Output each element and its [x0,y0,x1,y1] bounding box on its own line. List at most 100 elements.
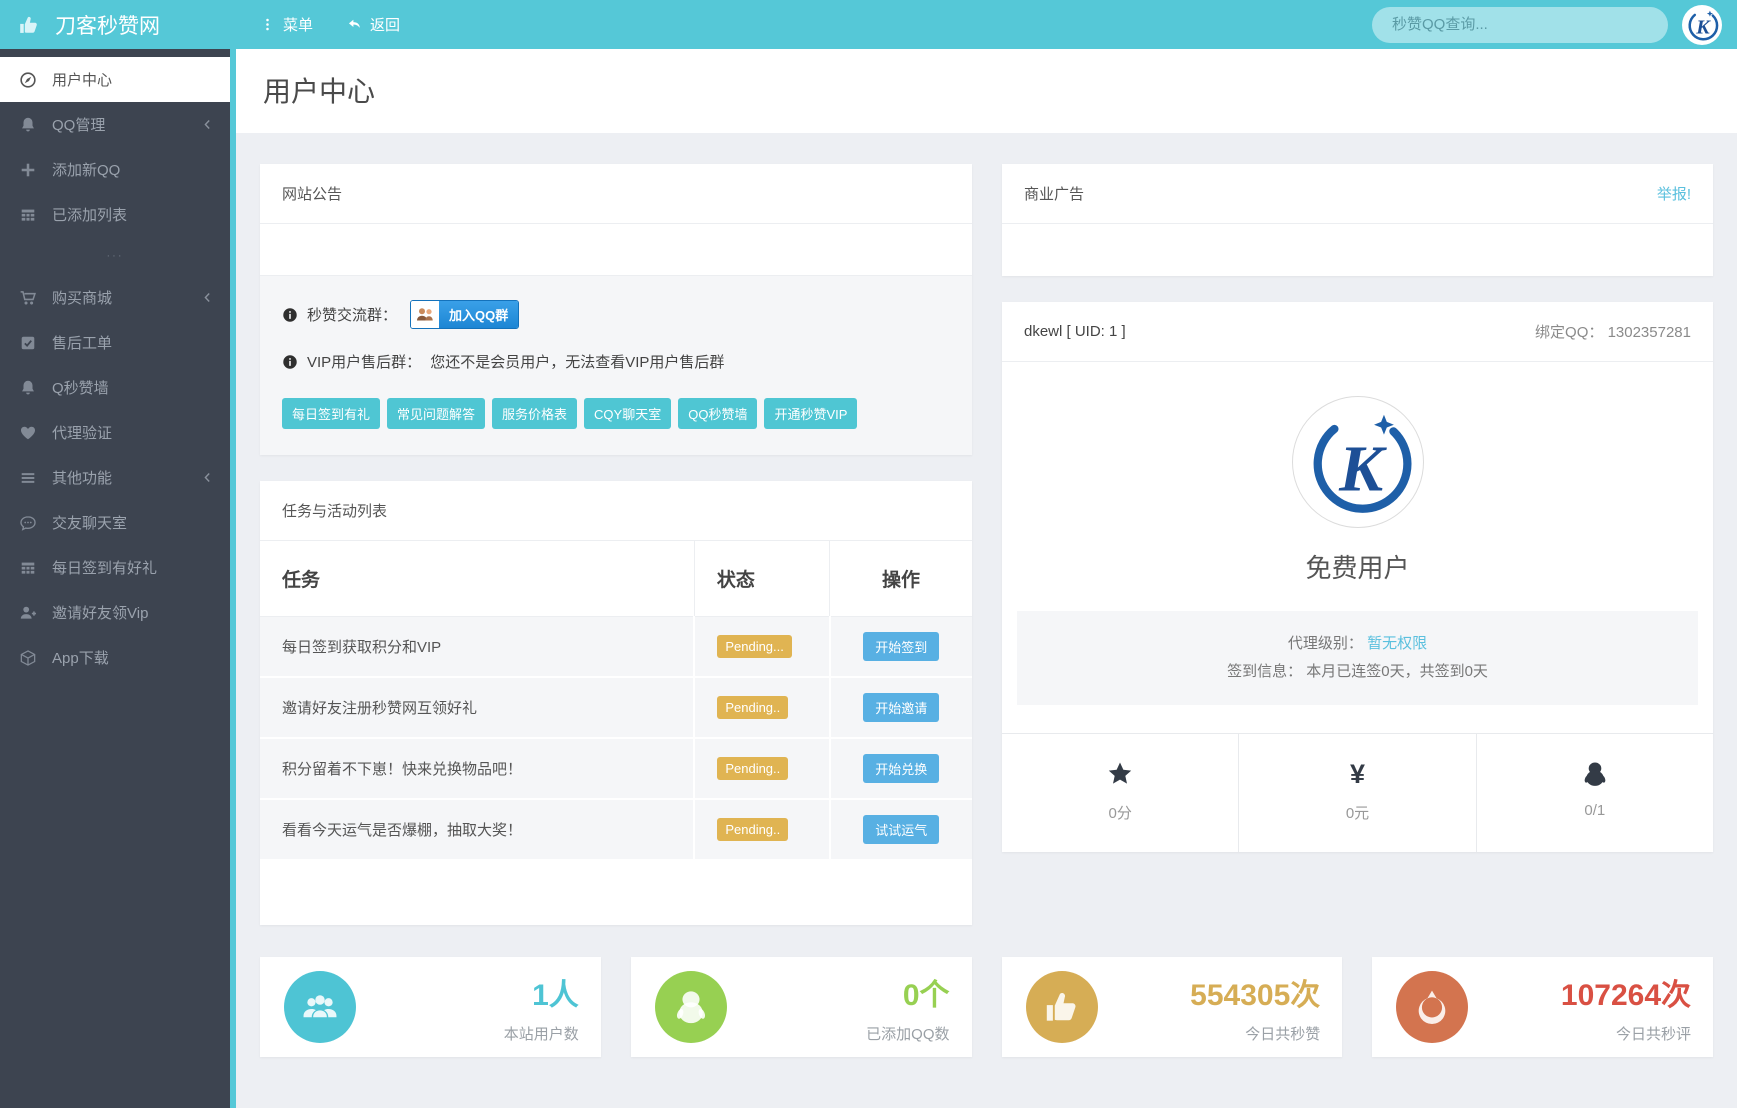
summary-card-value: 0个 [902,979,950,1012]
sidebar-item[interactable]: 购买商城 [0,275,230,320]
tasks-title: 任务与活动列表 [282,503,388,520]
sidebar-item-label: Q秒赞墙 [52,380,109,397]
sidebar-item[interactable]: 代理验证 [0,410,230,455]
top-header: 刀客秒赞网 菜单 返回 K [0,0,1737,49]
plus-icon [19,161,37,179]
user-plus-icon [19,604,37,622]
users-icon [284,971,356,1043]
sidebar-item[interactable]: App下载 [0,635,230,680]
sidebar-item-label: 交友聊天室 [52,515,128,532]
sidebar-item-label: 已添加列表 [52,207,128,224]
quick-link-button[interactable]: 开通秒赞VIP [764,398,858,429]
task-action-button[interactable]: 开始邀请 [863,693,940,722]
quick-link-button[interactable]: CQY聊天室 [584,398,672,429]
sidebar-menu: 用户中心 QQ管理添加新QQ 已添加列表 ··· 购买商城售后工单 Q秒赞墙代理验证其他功… [0,49,230,1108]
agent-label: 代理级别： [1287,635,1363,652]
sidebar-item-label: 其他功能 [52,470,113,487]
quick-link-button[interactable]: 每日签到有礼 [282,398,381,429]
task-action-cell: 试试运气 [828,799,972,861]
tasks-col-action: 操作 [829,541,972,617]
sidebar-item[interactable]: 邀请好友领Vip [0,590,230,635]
bars-icon [19,469,37,487]
join-qq-group-button[interactable]: 加入QQ群 [410,300,520,329]
report-link[interactable]: 举报! [1657,183,1691,204]
content: 网站公告 秒赞交流群： 加入QQ群 VIP用户售后群： 您还不是会员用户，无法查… [236,133,1737,1057]
chevron-left-icon [201,118,214,131]
penguin-icon [1477,759,1713,789]
summary-cards: 1人 本站用户数 0个已添加QQ数 554305次今日共秒赞 107264次 今日共秒评 [260,957,1713,1057]
sidebar-item[interactable]: 已添加列表 [0,192,230,237]
vip-line-text: 您还不是会员用户，无法查看VIP用户售后群 [430,354,725,371]
sidebar-item-label: 邀请好友领Vip [52,605,149,622]
penguin-icon [654,971,727,1043]
menu-button[interactable]: 菜单 [260,14,313,35]
task-status-cell: Pending.. [693,677,830,739]
profile-username: dkewl [ UID: 1 ] [1024,323,1126,340]
table-row: 每日签到获取积分和VIP Pending... 开始签到 [260,616,972,678]
compass-icon [19,71,37,89]
svg-text:K: K [1695,16,1711,38]
sidebar-item-label: App下载 [52,650,109,667]
sidebar-item[interactable]: 添加新QQ [0,147,230,192]
sidebar-item[interactable]: 每日签到有好礼 [0,545,230,590]
summary-card: 554305次今日共秒赞 [1001,957,1343,1057]
announcement-footer: 秒赞交流群： 加入QQ群 VIP用户售后群： 您还不是会员用户，无法查看VIP用… [260,276,972,455]
sidebar-item[interactable]: QQ管理 [0,102,230,147]
agent-box: 代理级别： 暂无权限 签到信息： 本月已连签0天，共签到0天 [1017,611,1698,705]
summary-card-value: 554305次 [1190,979,1321,1012]
profile-stat: ¥0元 [1238,734,1475,852]
bind-qq: 绑定QQ： 1302357281 [1535,321,1691,342]
ad-title: 商业广告 [1024,186,1085,203]
quick-link-button[interactable]: QQ秒赞墙 [678,398,758,429]
brand[interactable]: 刀客秒赞网 [0,10,230,40]
bell-icon [19,116,37,134]
sidebar-item[interactable]: 交友聊天室 [0,500,230,545]
main-area: 用户中心 网站公告 秒赞交流群： 加入QQ群 VIP用户售后群： 您还不是会员用… [230,49,1737,1108]
signin-value: 本月已连签0天，共签到0天 [1306,663,1488,680]
star-icon [1002,759,1238,789]
quick-link-button[interactable]: 常见问题解答 [387,398,486,429]
sidebar-item-label: 代理验证 [52,425,113,442]
profile-panel: dkewl [ UID: 1 ] 绑定QQ： 1302357281 K 免费用户 [1002,302,1713,852]
sidebar-item-label: 添加新QQ [52,162,121,179]
task-action-button[interactable]: 试试运气 [863,815,940,844]
task-action-button[interactable]: 开始签到 [863,632,940,661]
task-action-button[interactable]: 开始兑换 [863,754,940,783]
info-icon [282,307,298,323]
announcement-title: 网站公告 [282,186,343,203]
agent-permission-link[interactable]: 暂无权限 [1367,635,1427,652]
tasks-col-status: 状态 [693,541,830,617]
back-button[interactable]: 返回 [347,14,400,35]
bell-icon [19,379,37,397]
summary-card: 1人 本站用户数 [260,957,601,1057]
bind-qq-label: 绑定QQ： [1535,324,1604,341]
qq-search-input[interactable] [1372,6,1668,43]
summary-card-label: 已添加QQ数 [866,1026,950,1043]
table-icon [19,559,37,577]
task-name: 邀请好友注册秒赞网互领好礼 [260,677,695,739]
quick-link-button[interactable]: 服务价格表 [492,398,578,429]
qq-group-icon [411,301,440,328]
thumb-icon [1025,971,1098,1043]
sidebar-item[interactable]: 其他功能 [0,455,230,500]
task-status-cell: Pending.. [693,799,830,861]
tasks-col-task: 任务 [260,541,695,617]
sidebar-item[interactable]: 用户中心 [0,57,230,102]
sidebar-item-label: 售后工单 [52,335,113,352]
group-line-label: 秒赞交流群： [307,307,398,324]
summary-card-label: 今日共秒赞 [1245,1026,1321,1043]
sidebar-item[interactable]: 售后工单 [0,320,230,365]
status-badge: Pending.. [717,818,789,841]
summary-card: 107264次 今日共秒评 [1372,957,1713,1057]
page-title: 用户中心 [236,49,1737,133]
sidebar-separator: ··· [106,250,124,262]
chevron-left-icon [201,291,214,304]
summary-card-value: 107264次 [1560,979,1691,1012]
site-logo[interactable]: K [1682,4,1722,45]
task-status-cell: Pending.. [693,738,830,800]
task-action-cell: 开始兑换 [828,738,972,800]
left-column: 网站公告 秒赞交流群： 加入QQ群 VIP用户售后群： 您还不是会员用户，无法查… [260,164,972,951]
chevron-left-icon [201,471,214,484]
announcement-body [260,224,972,276]
sidebar-item[interactable]: Q秒赞墙 [0,365,230,410]
